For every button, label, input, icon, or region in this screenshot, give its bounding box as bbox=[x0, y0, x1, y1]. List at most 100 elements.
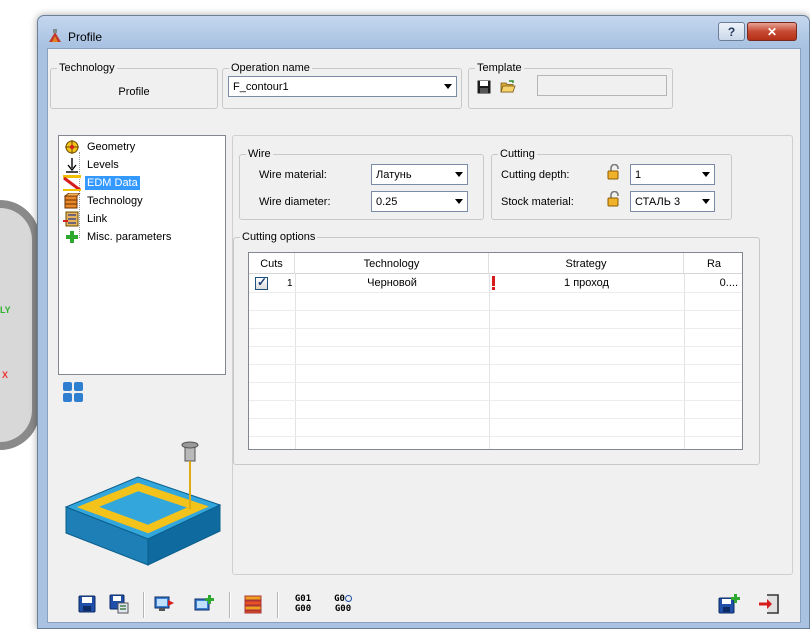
cutting-group: Cutting Cutting depth: 1 Stock material: bbox=[491, 148, 732, 220]
checkbox-checked-icon bbox=[255, 275, 268, 290]
wire-group: Wire Wire material: Латунь Wire diameter… bbox=[239, 148, 484, 220]
save-template-button[interactable] bbox=[473, 76, 495, 98]
template-field[interactable] bbox=[537, 75, 667, 96]
cutting-depth-value: 1 bbox=[635, 168, 642, 181]
edm-data-panel: Wire Wire material: Латунь Wire diameter… bbox=[232, 135, 793, 575]
gcode-link-icon: G0 G00 bbox=[334, 594, 352, 614]
chevron-down-icon bbox=[702, 199, 710, 204]
strategy-cell[interactable]: 1 проход bbox=[489, 274, 684, 292]
cutting-depth-select[interactable]: 1 bbox=[630, 164, 715, 185]
stock-material-lock[interactable] bbox=[606, 190, 622, 208]
cut-checkbox[interactable] bbox=[255, 274, 268, 292]
cutting-depth-lock[interactable] bbox=[606, 163, 622, 181]
close-button[interactable]: ✕ bbox=[747, 22, 797, 41]
column-header-strategy[interactable]: Strategy bbox=[489, 253, 684, 274]
unlock-icon bbox=[607, 164, 619, 180]
axis-x-label: X bbox=[2, 370, 9, 380]
wire-diameter-select[interactable]: 0.25 bbox=[371, 191, 468, 212]
wire-material-select[interactable]: Латунь bbox=[371, 164, 468, 185]
profile-preview-image bbox=[64, 441, 222, 566]
simulate-button[interactable] bbox=[152, 591, 178, 617]
row-divider bbox=[249, 382, 742, 383]
misc-parameters-icon bbox=[66, 231, 78, 243]
row-divider bbox=[249, 436, 742, 437]
cutting-options-legend: Cutting options bbox=[242, 231, 316, 243]
gcode-link-button[interactable]: G0 G00 bbox=[328, 591, 358, 617]
open-folder-icon bbox=[500, 80, 516, 93]
dialog-client-area: Technology Profile Operation name F_cont… bbox=[47, 48, 801, 623]
open-template-button[interactable] bbox=[497, 76, 519, 98]
chevron-down-icon bbox=[702, 172, 710, 177]
help-button[interactable]: ? bbox=[718, 22, 745, 41]
tree-item-label: Technology bbox=[87, 195, 143, 207]
operation-name-value: F_contour1 bbox=[233, 80, 289, 93]
template-group: Template bbox=[468, 62, 673, 109]
tree-item-edm-data[interactable]: EDM Data bbox=[63, 174, 140, 192]
technology-cell[interactable]: Черновой bbox=[295, 274, 489, 292]
technology-icon bbox=[63, 193, 81, 209]
technology-value: Profile bbox=[118, 86, 150, 98]
gcode-bottom-label: G00 bbox=[334, 604, 352, 614]
toolbar-separator bbox=[277, 592, 279, 618]
gcode-icon: G01 G00 bbox=[295, 594, 311, 614]
save-new-button[interactable] bbox=[716, 591, 742, 617]
cutting-legend: Cutting bbox=[500, 148, 535, 160]
tree-item-label: Link bbox=[87, 213, 108, 225]
row-divider bbox=[249, 364, 742, 365]
wire-legend: Wire bbox=[248, 148, 271, 160]
column-header-cuts[interactable]: Cuts bbox=[249, 253, 295, 274]
chevron-down-icon bbox=[455, 199, 463, 204]
tree-item-geometry[interactable]: Geometry bbox=[63, 138, 137, 156]
operation-name-group: Operation name F_contour1 bbox=[222, 62, 462, 109]
tree-item-label: Misc. parameters bbox=[87, 231, 172, 243]
link-icon bbox=[63, 211, 79, 227]
chevron-down-icon bbox=[444, 84, 452, 89]
axis-y-label: LY bbox=[0, 305, 11, 315]
save-calculate-icon bbox=[109, 594, 129, 614]
tree-item-misc-parameters[interactable]: Misc. parameters bbox=[63, 228, 173, 246]
stock-material-select[interactable]: СТАЛЬ 3 bbox=[630, 191, 715, 212]
row-divider bbox=[249, 400, 742, 401]
wire-material-value: Латунь bbox=[376, 168, 412, 181]
tree-item-label: Geometry bbox=[87, 141, 136, 153]
add-simulation-button[interactable] bbox=[192, 591, 218, 617]
save-and-calculate-button[interactable] bbox=[106, 591, 132, 617]
window-title: Profile bbox=[68, 30, 103, 44]
wire-diameter-label: Wire diameter: bbox=[259, 196, 331, 208]
save-new-icon bbox=[718, 594, 740, 614]
stacked-layers-icon bbox=[244, 595, 262, 614]
technology-legend: Technology bbox=[59, 62, 115, 74]
wire-diameter-value: 0.25 bbox=[376, 195, 398, 208]
ra-cell[interactable]: 0.... bbox=[684, 274, 742, 292]
cut-number: 1 bbox=[287, 277, 293, 289]
levels-icon bbox=[66, 158, 78, 173]
gcode-output-button[interactable]: G01 G00 bbox=[288, 591, 318, 617]
tree-item-levels[interactable]: Levels bbox=[63, 156, 121, 174]
operation-name-combo[interactable]: F_contour1 bbox=[228, 76, 457, 97]
row-divider bbox=[249, 292, 742, 293]
row-divider bbox=[249, 310, 742, 311]
column-header-technology[interactable]: Technology bbox=[295, 253, 489, 274]
row-divider bbox=[249, 346, 742, 347]
exit-button[interactable] bbox=[756, 591, 782, 617]
edm-data-icon bbox=[63, 175, 81, 191]
floppy-disk-icon bbox=[78, 595, 96, 613]
title-bar[interactable]: Profile ? ✕ bbox=[38, 16, 809, 48]
unlock-icon bbox=[607, 191, 619, 207]
stock-view-button[interactable] bbox=[240, 591, 266, 617]
tree-item-link[interactable]: Link bbox=[63, 210, 109, 228]
add-simulation-icon bbox=[194, 595, 214, 611]
gcode-top-label: G0 bbox=[334, 594, 345, 604]
simulate-icon bbox=[154, 596, 174, 611]
operation-name-legend: Operation name bbox=[231, 62, 310, 74]
globe-icon bbox=[344, 595, 352, 602]
column-header-ra[interactable]: Ra bbox=[684, 253, 742, 274]
toolbar-separator bbox=[143, 592, 145, 618]
technology-group: Technology Profile bbox=[50, 62, 218, 109]
tree-item-technology[interactable]: Technology bbox=[63, 192, 145, 210]
grid-layout-icon bbox=[63, 382, 83, 402]
gcode-bottom-label: G00 bbox=[294, 604, 312, 614]
cutting-options-table: Cuts Technology Strategy Ra ✓ 1 Черновой… bbox=[248, 252, 743, 450]
save-button[interactable] bbox=[74, 591, 100, 617]
layout-toggle-button[interactable] bbox=[62, 381, 84, 403]
